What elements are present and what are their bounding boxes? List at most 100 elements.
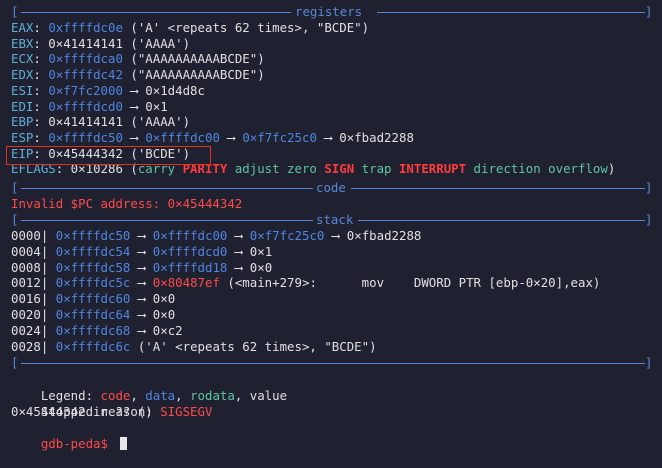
text-segment: 0×ffffdc00	[152, 228, 228, 243]
stack-row: 0028| 0×ffffdc6c ('A' <repeats 62 times>…	[11, 339, 377, 355]
stack-offset: 0000|	[11, 228, 49, 243]
stack-row: 0024| 0×ffffdc68 ⟶ 0×c2	[11, 323, 183, 339]
code-message: Invalid $PC address: 0×45444342	[11, 196, 243, 211]
text-segment: EBP	[11, 114, 34, 130]
registers-section-title: registers	[295, 4, 363, 19]
text-segment: ⟶ 0×1d4d8c	[122, 82, 205, 98]
stack-section-header: [ stack ]	[11, 212, 653, 227]
register-ecx: ECX: 0×ffffdca0 ("AAAAAAAAAABCDE")	[11, 51, 265, 67]
text-segment: 0×80487ef	[152, 275, 220, 291]
stack-offset: 0020|	[11, 307, 49, 322]
text-segment: adjust zero	[227, 161, 325, 177]
text-segment: 0×ffffdc60	[55, 291, 131, 307]
text-segment: ⟶	[130, 275, 153, 291]
stack-row: 0020| 0×ffffdc64 ⟶ 0×0	[11, 307, 175, 323]
register-esi: ESI: 0×f7fc2000 ⟶ 0×1d4d8c	[11, 83, 205, 99]
text-segment: ⟶ 0×0	[130, 291, 176, 307]
text-segment: 0×ffffdc68	[55, 322, 131, 338]
text-segment: :	[33, 51, 49, 67]
stack-row: 0004| 0×ffffdc54 ⟶ 0×ffffdcd0 ⟶ 0×1	[11, 244, 272, 260]
text-segment: 0×ffffdcd0	[48, 98, 123, 114]
text-segment: 0×ffffdc42	[48, 67, 123, 83]
text-segment: 0×ffffdd18	[152, 259, 228, 275]
stack-row: 0008| 0×ffffdc58 ⟶ 0×ffffdd18 ⟶ 0×0	[11, 260, 272, 276]
text-segment: 0×ffffdc5c	[55, 275, 131, 291]
text-segment: : 0×41414141 ('AAAA')	[33, 114, 191, 130]
stack-row: 0016| 0×ffffdc60 ⟶ 0×0	[11, 291, 175, 307]
text-segment: :	[33, 129, 49, 145]
text-segment: 0×ffffdc54	[55, 243, 131, 259]
register-edi: EDI: 0×ffffdcd0 ⟶ 0×1	[11, 99, 168, 115]
text-segment: EDX	[11, 67, 34, 83]
text-segment: ESI	[11, 82, 34, 98]
text-segment: 0×ffffdc50	[48, 129, 123, 145]
text-segment: 0×ffffdc00	[145, 129, 220, 145]
text-segment: )	[607, 161, 616, 177]
code-section-title: code	[316, 180, 346, 195]
text-segment: 0×ffffdc64	[55, 307, 131, 322]
text-segment: ⟶ 0×1	[122, 98, 168, 114]
text-segment: ECX	[11, 51, 34, 67]
text-segment: EBX	[11, 35, 34, 51]
stack-row: 0000| 0×ffffdc50 ⟶ 0×ffffdc00 ⟶ 0×f7fc25…	[11, 228, 421, 244]
text-segment: ⟶ 0×c2	[130, 322, 183, 338]
text-segment: 0×ffffdca0	[48, 51, 123, 67]
legend-item: , value	[234, 388, 288, 403]
bottom-rule: [ ]	[11, 355, 653, 370]
stack-offset: 0016|	[11, 291, 49, 307]
text-segment: (<main+279>: mov DWORD PTR [ebp-0×20],ea…	[219, 275, 601, 291]
text-segment: :	[33, 67, 49, 83]
current-location: 0×45444342 in ?? ()	[11, 404, 153, 419]
text-segment: ⟶	[130, 228, 153, 243]
stack-offset: 0024|	[11, 322, 49, 338]
text-segment: 0×f7fc25c0	[249, 228, 325, 243]
text-segment: 0×ffffdc50	[55, 228, 131, 243]
text-segment: INTERRUPT	[398, 161, 467, 177]
text-segment: ESP	[11, 129, 34, 145]
text-segment: direction overflow	[466, 161, 608, 177]
text-segment: ⟶	[219, 129, 243, 145]
text-segment: EDI	[11, 98, 34, 114]
register-esp: ESP: 0×ffffdc50 ⟶ 0×ffffdc00 ⟶ 0×f7fc25c…	[11, 130, 414, 146]
text-segment: :	[33, 20, 49, 35]
stack-offset: 0008|	[11, 259, 49, 275]
text-segment: ('A' <repeats 62 times>, "BCDE")	[122, 20, 370, 35]
legend-line: Legend: code, data, rodata, value	[11, 372, 287, 403]
prompt-line[interactable]: gdb-peda$	[11, 420, 128, 451]
text-segment: 0×f7fc2000	[48, 82, 123, 98]
text-segment: ⟶ 0×0	[227, 259, 273, 275]
gdb-prompt: gdb-peda$	[40, 436, 116, 451]
text-segment: 0×f7fc25c0	[242, 129, 317, 145]
text-segment: ⟶	[130, 243, 153, 259]
stack-row: 0012| 0×ffffdc5c ⟶ 0×80487ef (<main+279>…	[11, 275, 600, 291]
register-ebx: EBX: 0×41414141 ('AAAA')	[11, 36, 190, 52]
text-segment: ('A' <repeats 62 times>, "BCDE")	[130, 338, 377, 354]
terminal-window[interactable]: [ registers ] EAX: 0xffffdc0e ('A' <repe…	[0, 0, 662, 452]
stack-offset: 0012|	[11, 275, 49, 291]
text-segment: 0×ffffdcd0	[152, 243, 228, 259]
text-cursor[interactable]	[120, 437, 128, 450]
register-edx: EDX: 0×ffffdc42 ("AAAAAAAAAABCDE")	[11, 67, 265, 83]
text-segment: ⟶ 0×fbad2288	[316, 129, 414, 145]
text-segment: ⟶ 0×fbad2288	[324, 228, 422, 243]
text-segment: ⟶	[227, 228, 250, 243]
text-segment: ("AAAAAAAAAABCDE")	[122, 67, 265, 83]
stack-offset: 0028|	[11, 338, 49, 354]
stack-section-title: stack	[316, 212, 354, 227]
text-segment: ⟶ 0×1	[227, 243, 273, 259]
text-segment: ("AAAAAAAAAABCDE")	[122, 51, 265, 67]
text-segment: :	[33, 98, 49, 114]
register-eax: EAX: 0xffffdc0e ('A' <repeats 62 times>,…	[11, 20, 369, 36]
code-section-header: [ code ]	[11, 180, 653, 195]
text-segment: ⟶ 0×0	[130, 307, 176, 322]
eip-highlight-box	[6, 146, 211, 165]
text-segment: ⟶	[130, 259, 153, 275]
stack-offset: 0004|	[11, 243, 49, 259]
text-segment: EAX	[11, 20, 34, 35]
text-segment: :	[33, 82, 49, 98]
stopped-reason-line: Stopped reason: SIGSEGV	[11, 388, 213, 419]
text-segment: 0×ffffdc6c	[55, 338, 131, 354]
text-segment: 0xffffdc0e	[48, 20, 123, 35]
stopped-reason-value: SIGSEGV	[160, 404, 213, 419]
text-segment: SIGN	[324, 161, 355, 177]
